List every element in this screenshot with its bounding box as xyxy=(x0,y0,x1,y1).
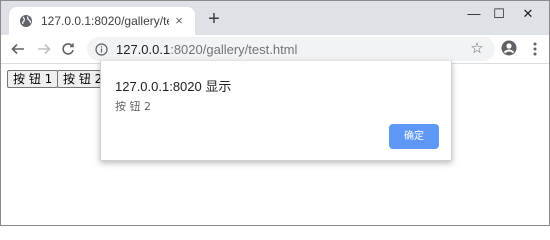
alert-dialog: 127.0.0.1:8020 显示 按 钮 2 确定 xyxy=(100,61,452,161)
browser-window: 127.0.0.1:8020/gallery/test.html × + — ☐… xyxy=(0,0,550,226)
reload-icon xyxy=(62,43,74,55)
more-menu-icon[interactable] xyxy=(529,40,541,58)
url-path: :8020/gallery/test.html xyxy=(170,41,298,57)
address-bar[interactable]: 127.0.0.1:8020/gallery/test.html ☆ xyxy=(87,37,495,61)
profile-avatar-icon[interactable] xyxy=(501,40,517,56)
dialog-ok-button[interactable]: 确定 xyxy=(389,124,439,149)
browser-toolbar: 127.0.0.1:8020/gallery/test.html ☆ xyxy=(1,35,549,64)
tab-strip: 127.0.0.1:8020/gallery/test.html × + — ☐… xyxy=(1,1,549,35)
arrow-left-icon xyxy=(11,43,24,55)
tab-title: 127.0.0.1:8020/gallery/test.html xyxy=(41,14,169,28)
page-button-1[interactable]: 按 钮 1 xyxy=(7,70,59,88)
arrow-right-icon xyxy=(38,43,51,55)
maximize-button[interactable]: ☐ xyxy=(484,5,514,23)
forward-button[interactable] xyxy=(35,40,53,58)
url-text: 127.0.0.1:8020/gallery/test.html xyxy=(116,42,297,57)
reload-button[interactable] xyxy=(59,40,77,58)
info-icon[interactable] xyxy=(95,42,108,56)
window-close-button[interactable]: ✕ xyxy=(513,5,543,23)
browser-tab[interactable]: 127.0.0.1:8020/gallery/test.html × xyxy=(9,7,195,35)
tab-close-button[interactable]: × xyxy=(171,13,187,29)
new-tab-button[interactable]: + xyxy=(205,9,223,29)
dialog-message: 按 钮 2 xyxy=(115,100,151,113)
globe-icon xyxy=(19,14,33,28)
bookmark-star-icon[interactable]: ☆ xyxy=(468,40,486,58)
back-button[interactable] xyxy=(9,40,27,58)
url-host: 127.0.0.1 xyxy=(116,41,171,57)
dialog-title: 127.0.0.1:8020 显示 xyxy=(115,79,232,94)
